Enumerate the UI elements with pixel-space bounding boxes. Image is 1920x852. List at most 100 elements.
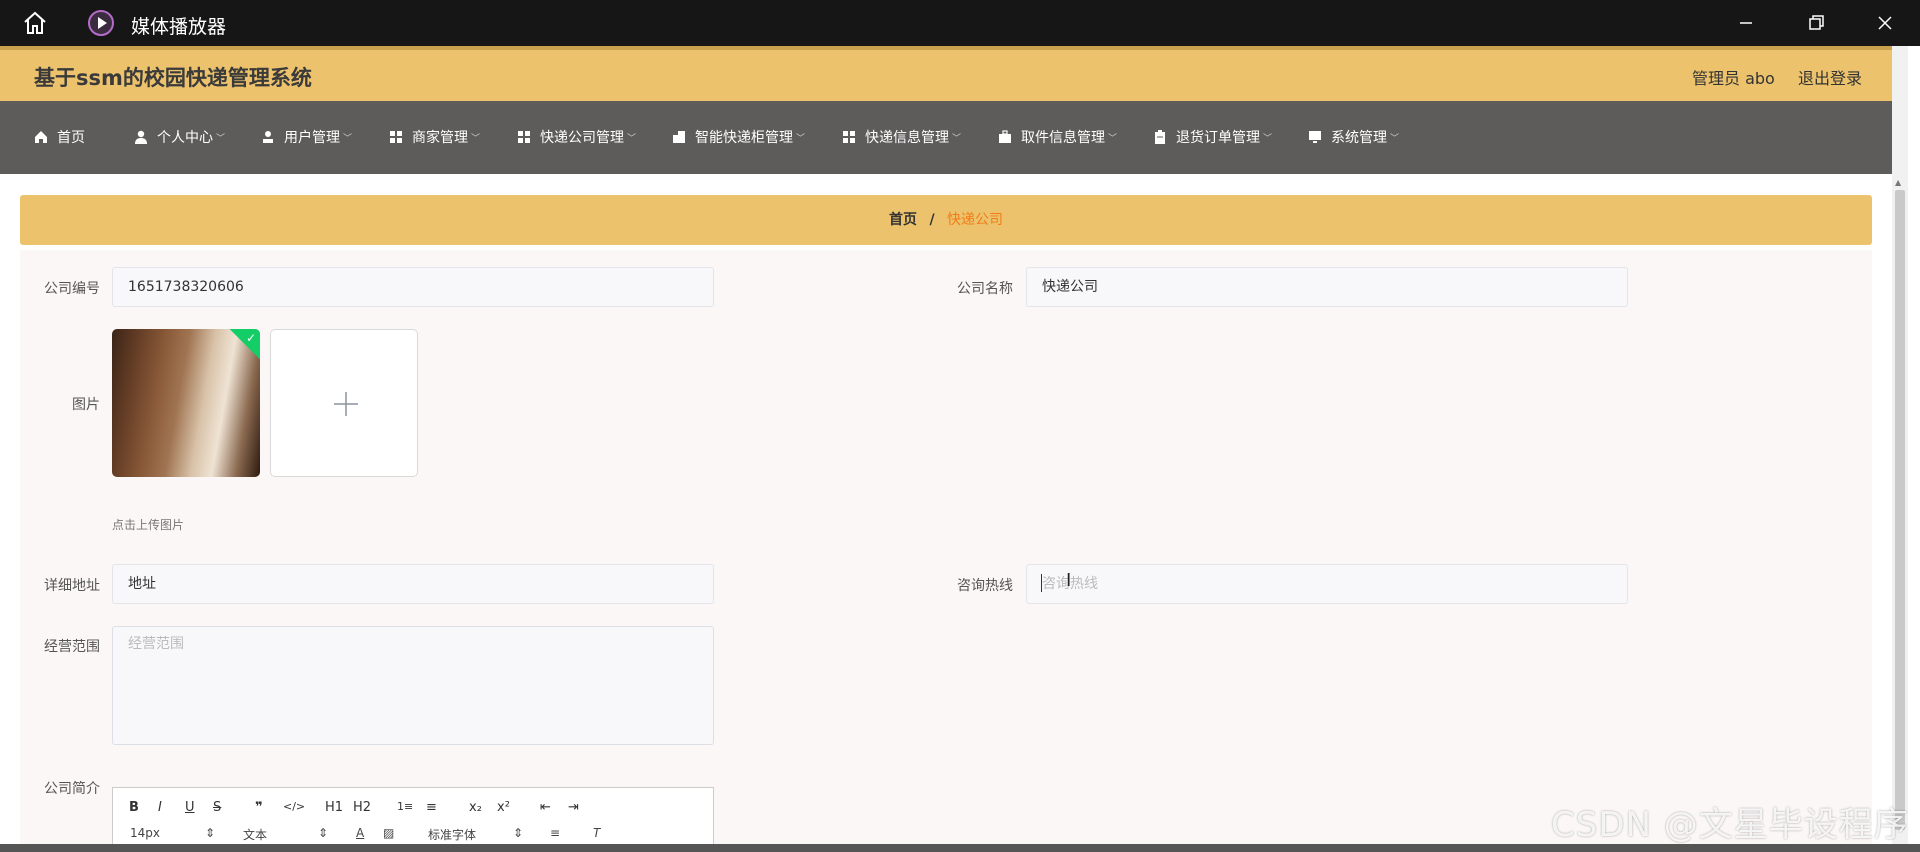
nav-item-personal[interactable]: 个人中心 ﹀: [134, 127, 225, 147]
chevron-down-icon: ﹀: [1108, 133, 1118, 144]
nav-label: 系统管理: [1331, 130, 1387, 146]
user-icon: [263, 131, 273, 143]
image-upload-button[interactable]: [270, 329, 418, 477]
chevron-down-icon: ﹀: [627, 133, 637, 144]
scrollbar-thumb[interactable]: [1895, 190, 1905, 830]
ordered-list-button[interactable]: 1≡: [397, 800, 413, 813]
intro-label: 公司简介: [44, 781, 100, 797]
main-nav: 首页 个人中心 ﹀ 用户管理 ﹀ 商家管理 ﹀ 快递公司管理 ﹀ 智能快递柜管理 ﹀ 快递…: [0, 101, 1908, 174]
subscript-button[interactable]: x₂: [469, 800, 482, 815]
nav-item-home[interactable]: 首页: [34, 127, 85, 147]
chevron-down-icon: ﹀: [796, 133, 806, 144]
nav-item-parcels[interactable]: 快递信息管理 ﹀: [842, 127, 961, 147]
outdent-button[interactable]: ⇤: [540, 800, 551, 815]
nav-item-lockers[interactable]: 智能快递柜管理 ﹀: [672, 127, 805, 147]
company-name-label: 公司名称: [957, 281, 1013, 297]
select-arrows-icon: ⇕: [513, 826, 524, 840]
nav-item-pickups[interactable]: 取件信息管理 ﹀: [998, 127, 1117, 147]
text-caret: [1041, 574, 1042, 592]
underline-button[interactable]: U: [185, 800, 195, 815]
bold-button[interactable]: B: [129, 800, 139, 815]
font-size-select[interactable]: 14px: [130, 826, 160, 840]
chevron-down-icon: ﹀: [343, 133, 353, 144]
h2-button[interactable]: H2: [353, 800, 371, 815]
scope-label: 经营范围: [44, 639, 100, 655]
font-family-select[interactable]: 标准字体: [428, 826, 476, 843]
nav-label: 首页: [57, 130, 85, 146]
nav-label: 快递公司管理: [540, 130, 624, 146]
chevron-down-icon: ﹀: [216, 133, 226, 144]
window-title: 媒体播放器: [131, 16, 227, 38]
watermark: CSDN @文星毕设程序: [1551, 805, 1909, 845]
nav-label: 个人中心: [157, 130, 213, 146]
window-titlebar: 媒体播放器: [0, 0, 1920, 46]
background-color-icon[interactable]: ▨: [383, 826, 394, 840]
clear-format-icon[interactable]: T: [593, 826, 600, 840]
nav-item-system[interactable]: 系统管理 ﹀: [1308, 127, 1399, 147]
align-left-icon[interactable]: ≡: [550, 826, 560, 840]
strike-button[interactable]: S: [213, 800, 221, 815]
cabinet-icon: [673, 131, 685, 143]
breadcrumb-current: 快递公司: [947, 212, 1004, 228]
app-header: 基于ssm的校园快递管理系统 管理员 abo 退出登录: [0, 46, 1900, 101]
check-icon: ✓: [245, 331, 256, 345]
hotline-field[interactable]: 咨询热线: [1026, 564, 1628, 604]
h1-button[interactable]: H1: [325, 800, 343, 815]
breadcrumb-separator: /: [929, 212, 935, 228]
nav-label: 商家管理: [412, 130, 468, 146]
font-color-icon[interactable]: A: [356, 826, 364, 840]
minimize-icon[interactable]: [1733, 10, 1759, 36]
code-button[interactable]: </>: [283, 800, 305, 813]
nav-label: 快递信息管理: [865, 130, 949, 146]
grid-icon: [390, 131, 402, 143]
nav-item-courier-companies[interactable]: 快递公司管理 ﹀: [517, 127, 636, 147]
logout-link[interactable]: 退出登录: [1798, 65, 1862, 89]
bullet-list-button[interactable]: ≡: [426, 800, 437, 815]
quote-button[interactable]: ❞: [255, 800, 263, 815]
nav-label: 退货订单管理: [1176, 130, 1260, 146]
image-label: 图片: [72, 397, 100, 413]
chevron-down-icon: ﹀: [471, 133, 481, 144]
nav-label: 取件信息管理: [1021, 130, 1105, 146]
breadcrumb-home[interactable]: 首页: [889, 212, 917, 228]
home-icon[interactable]: [22, 11, 48, 35]
select-arrows-icon: ⇕: [205, 826, 216, 840]
nav-label: 用户管理: [284, 130, 340, 146]
company-no-field[interactable]: 1651738320606: [112, 267, 714, 307]
clipboard-icon: [1155, 130, 1165, 144]
company-name-field[interactable]: 快递公司: [1026, 267, 1628, 307]
address-field[interactable]: 地址: [112, 564, 714, 604]
indent-button[interactable]: ⇥: [568, 800, 579, 815]
system-title: 基于ssm的校园快递管理系统: [34, 66, 312, 90]
media-player-icon: [88, 10, 114, 36]
upload-tip: 点击上传图片: [112, 518, 185, 532]
briefcase-icon: [999, 130, 1011, 143]
nav-label: 智能快递柜管理: [695, 130, 793, 146]
select-arrows-icon: ⇕: [318, 826, 329, 840]
grid-icon: [518, 131, 530, 143]
italic-button[interactable]: I: [158, 800, 162, 815]
rich-text-editor[interactable]: B I U S ❞ </> H1 H2 1≡ ≡ x₂ x² ⇤ ⇥ 14px …: [112, 787, 714, 852]
admin-name: 管理员 abo: [1692, 69, 1775, 88]
user-icon: [135, 130, 147, 144]
ibeam-cursor-icon: I: [1066, 570, 1072, 591]
address-label: 详细地址: [44, 578, 100, 594]
restore-icon[interactable]: [1803, 10, 1829, 36]
scroll-up-icon[interactable]: ▲: [1895, 178, 1901, 187]
nav-item-merchants[interactable]: 商家管理 ﹀: [389, 127, 480, 147]
hotline-label: 咨询热线: [957, 578, 1013, 594]
text-type-select[interactable]: 文本: [243, 826, 267, 843]
chevron-down-icon: ﹀: [1390, 133, 1400, 144]
company-no-label: 公司编号: [44, 281, 100, 297]
nav-item-returns[interactable]: 退货订单管理 ﹀: [1153, 127, 1272, 147]
home-icon: [35, 131, 47, 143]
nav-item-users[interactable]: 用户管理 ﹀: [261, 127, 352, 147]
chevron-down-icon: ﹀: [1263, 133, 1273, 144]
monitor-icon: [1309, 131, 1321, 143]
chevron-down-icon: ﹀: [952, 133, 962, 144]
breadcrumb: 首页 / 快递公司: [20, 195, 1872, 245]
superscript-button[interactable]: x²: [497, 800, 510, 815]
uploaded-image[interactable]: ✓: [112, 329, 260, 477]
close-icon[interactable]: [1872, 10, 1898, 36]
scope-textarea[interactable]: 经营范围: [112, 626, 714, 745]
